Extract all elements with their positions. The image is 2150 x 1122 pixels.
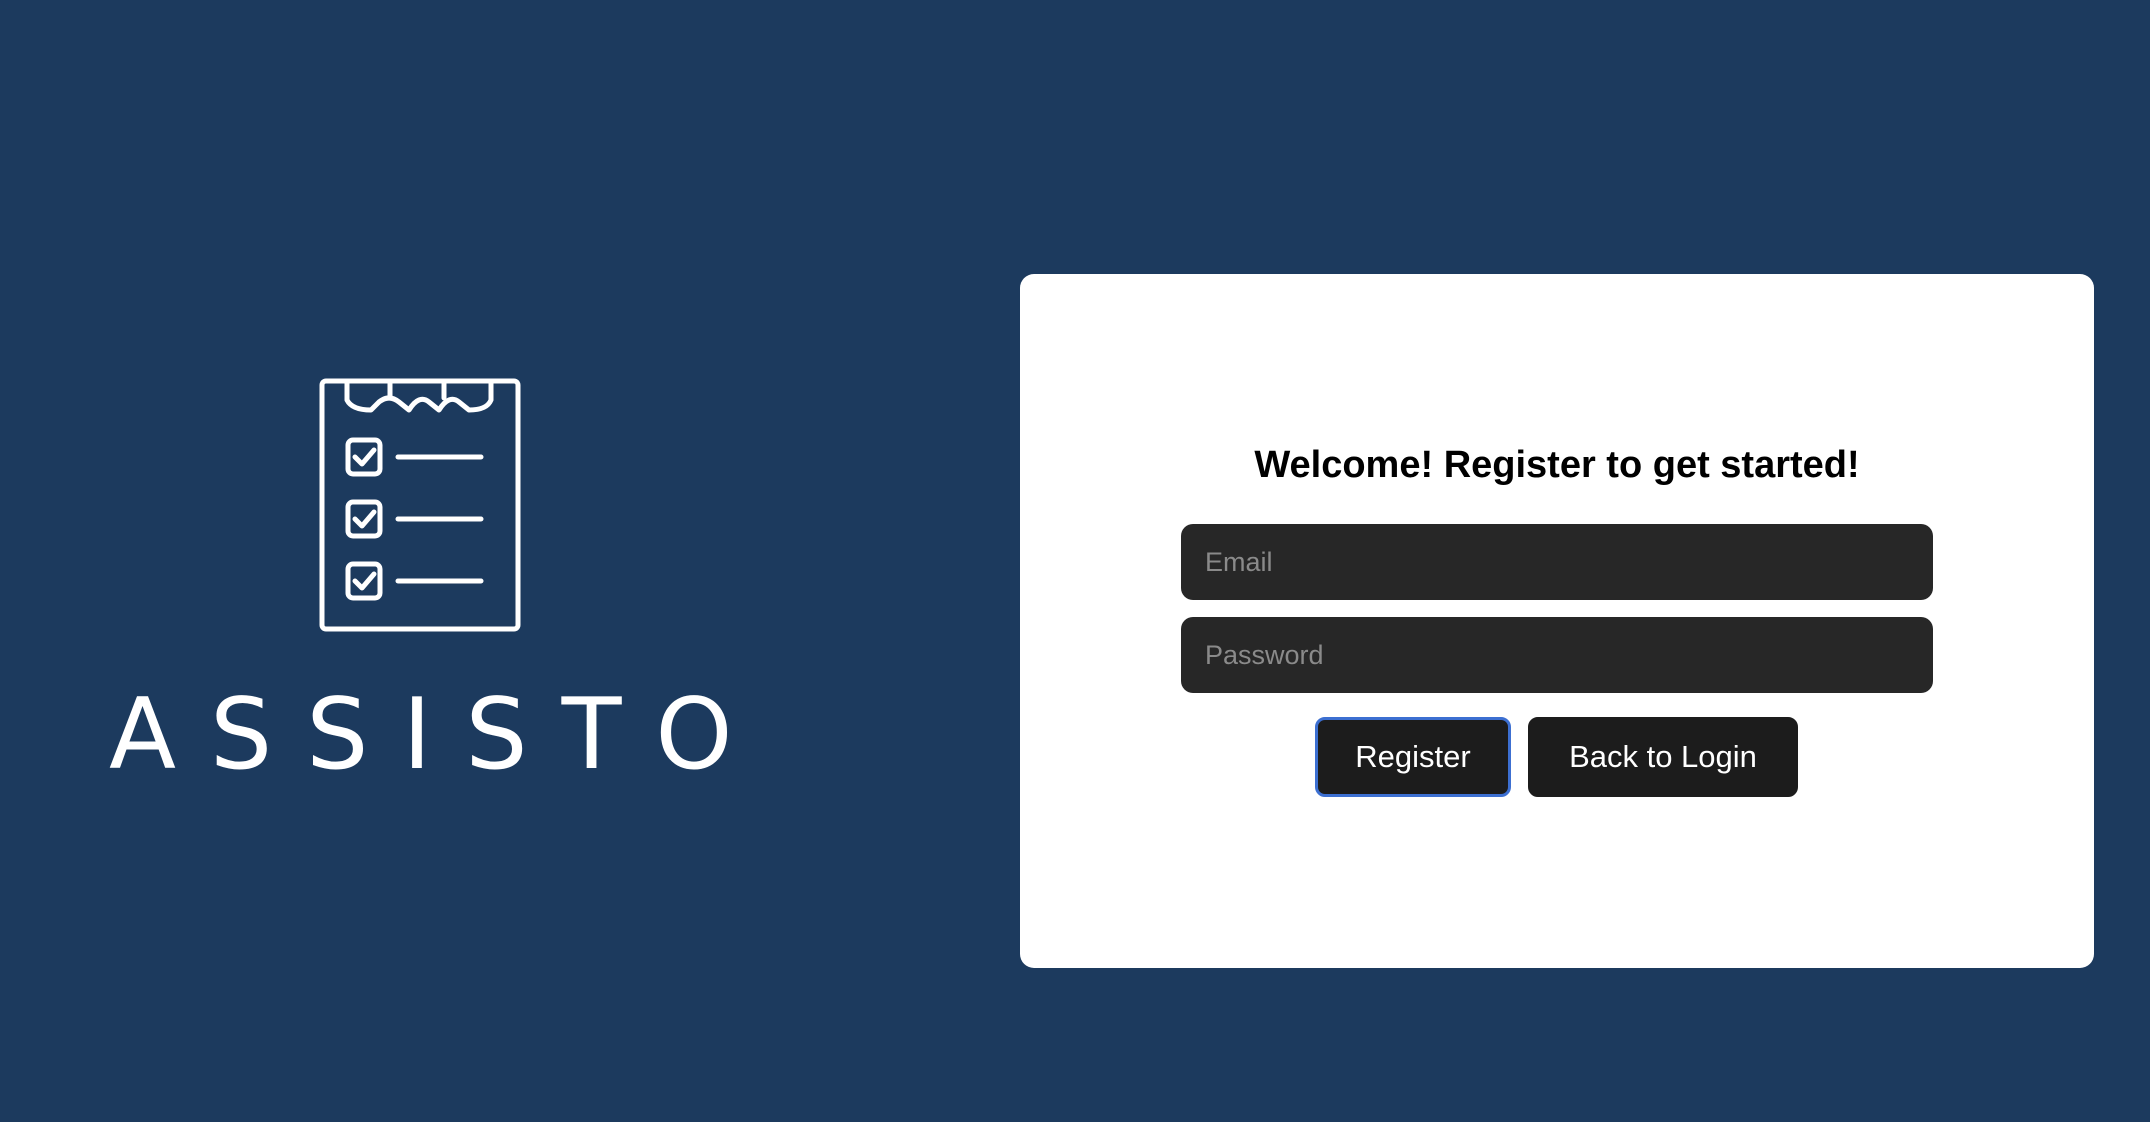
brand-panel: ASSISTO <box>0 0 1020 1122</box>
clipboard-checklist-icon <box>319 378 521 632</box>
email-field[interactable] <box>1181 524 1933 600</box>
register-button[interactable]: Register <box>1315 717 1511 797</box>
page-title: Welcome! Register to get started! <box>1254 444 1860 486</box>
register-button-label: Register <box>1355 739 1471 774</box>
back-to-login-label: Back to Login <box>1569 739 1757 774</box>
back-to-login-button[interactable]: Back to Login <box>1528 717 1798 797</box>
password-field[interactable] <box>1181 617 1933 693</box>
brand-name: ASSISTO <box>109 678 767 792</box>
register-card: Welcome! Register to get started! Regist… <box>1020 274 2094 968</box>
